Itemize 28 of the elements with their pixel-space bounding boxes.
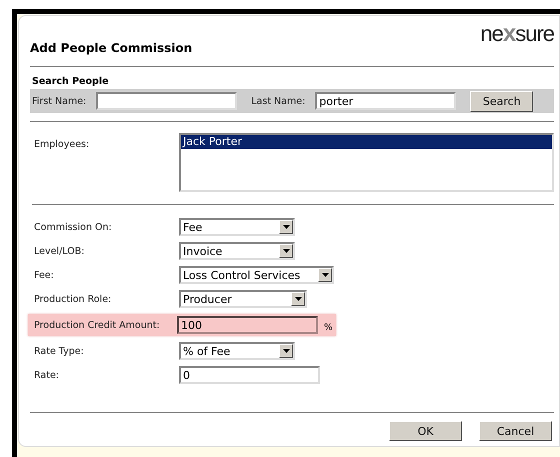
field-label: Production Credit Amount:	[34, 320, 161, 330]
field-label: Level/LOB:	[33, 246, 86, 256]
search-button[interactable]: Search	[470, 90, 534, 112]
field-label: Employees:	[33, 138, 90, 152]
last-name-field[interactable]: porter	[315, 92, 456, 110]
ok-button[interactable]: OK	[389, 421, 462, 441]
text-field[interactable]: 0	[179, 366, 320, 384]
employee-list[interactable]: Jack Porter	[179, 133, 554, 192]
field-label: Rate Type:	[33, 346, 85, 356]
dropdown[interactable]: Invoice	[179, 242, 295, 260]
text-field[interactable]: 100	[177, 316, 318, 334]
field-label: Commission On:	[33, 222, 113, 232]
section-heading: Search People	[32, 76, 110, 87]
logo: nexsure	[480, 22, 554, 46]
dialog-title: Add People Commission	[30, 41, 192, 55]
dropdown[interactable]: Fee	[179, 218, 295, 236]
cancel-button[interactable]: Cancel	[479, 421, 552, 441]
field-label: First Name:	[32, 96, 86, 106]
dropdown[interactable]: % of Fee	[179, 342, 295, 360]
list-item[interactable]: Jack Porter	[181, 135, 552, 149]
dropdown[interactable]: Loss Control Services	[179, 266, 334, 284]
field-label: Production Role:	[33, 294, 112, 304]
field-label: Rate:	[33, 370, 60, 380]
dropdown[interactable]: Producer	[179, 290, 307, 308]
field-label: Fee:	[33, 270, 55, 280]
first-name-field[interactable]	[96, 92, 238, 110]
field-label: Last Name:	[251, 96, 306, 106]
unit-label: %	[324, 323, 333, 333]
